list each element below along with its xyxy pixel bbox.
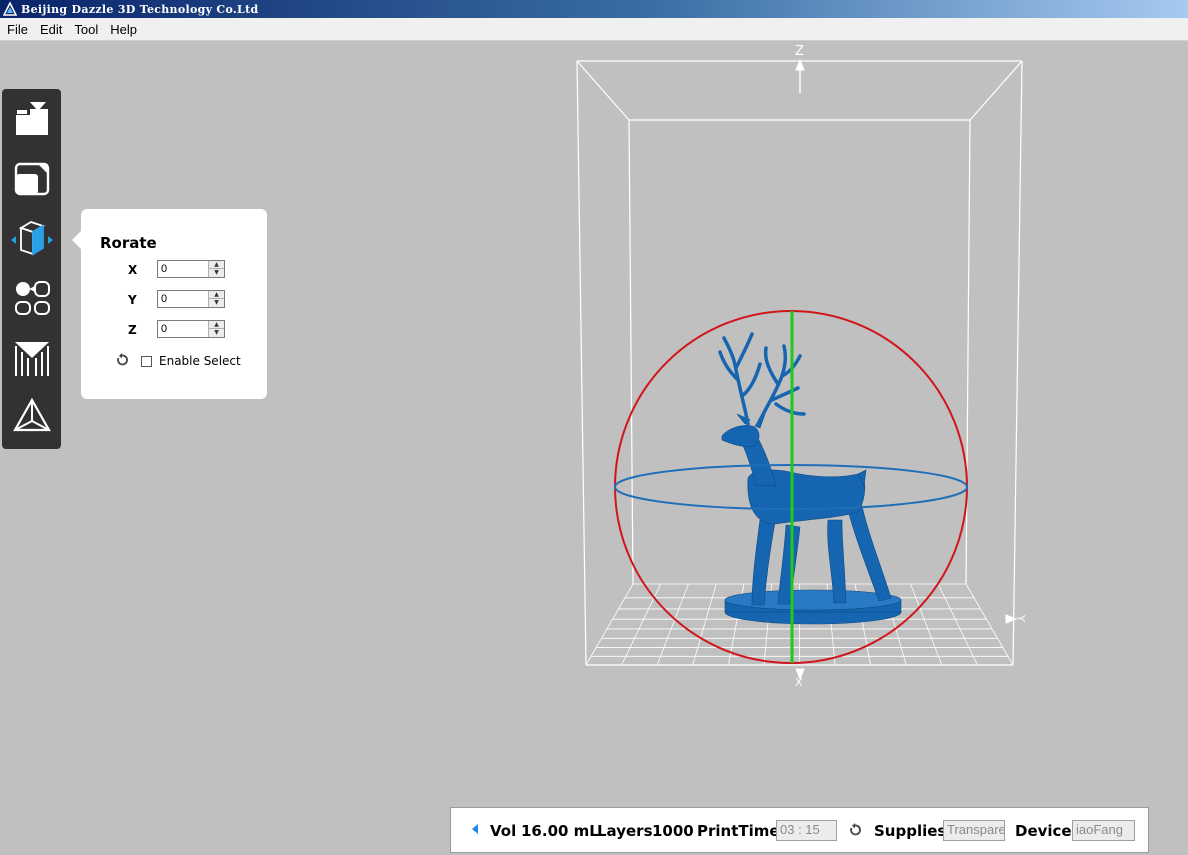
window-title: Beijing Dazzle 3D Technology Co.Ltd bbox=[21, 2, 259, 16]
z-axis-label: Z bbox=[795, 44, 804, 59]
layers-value: 1000 bbox=[652, 822, 694, 840]
app-logo-icon bbox=[3, 2, 17, 16]
menu-tool[interactable]: Tool bbox=[69, 22, 103, 37]
rotate-panel-title: Rorate bbox=[100, 234, 157, 252]
y-rotation-stepper[interactable]: ▲ ▼ bbox=[157, 290, 225, 308]
build-volume-box bbox=[576, 60, 1023, 666]
supplies-field[interactable]: Transpare bbox=[943, 820, 1005, 841]
z-rotation-stepper[interactable]: ▲ ▼ bbox=[157, 320, 225, 338]
x-axis-label: X bbox=[795, 676, 803, 689]
x-rotation-input[interactable] bbox=[158, 261, 211, 277]
x-rotation-up-button[interactable]: ▲ bbox=[208, 261, 224, 269]
vol-value: 16.00 mL bbox=[521, 822, 599, 840]
open-file-icon bbox=[16, 102, 48, 135]
z-axis-marker bbox=[795, 58, 805, 93]
layers-label: Layers bbox=[597, 822, 653, 840]
y-rotation-up-button[interactable]: ▲ bbox=[208, 291, 224, 299]
x-rotation-stepper[interactable]: ▲ ▼ bbox=[157, 260, 225, 278]
printtime-field: 03 : 15 bbox=[776, 820, 837, 841]
slice-icon bbox=[13, 397, 51, 432]
slice-button[interactable] bbox=[7, 392, 57, 442]
deer-model[interactable] bbox=[718, 332, 902, 625]
vol-label: Vol bbox=[490, 822, 517, 840]
rotate-icon bbox=[11, 221, 53, 256]
y-axis-label: Y bbox=[1014, 614, 1027, 622]
support-button[interactable] bbox=[7, 333, 57, 383]
arrange-icon bbox=[15, 281, 50, 315]
menu-edit[interactable]: Edit bbox=[35, 22, 67, 37]
scale-icon bbox=[14, 162, 50, 196]
enable-select-checkbox[interactable] bbox=[141, 356, 152, 367]
z-rotation-down-button[interactable]: ▼ bbox=[208, 329, 224, 337]
z-rotation-input[interactable] bbox=[158, 321, 211, 337]
y-rotation-down-button[interactable]: ▼ bbox=[208, 299, 224, 307]
title-bar: Beijing Dazzle 3D Technology Co.Ltd bbox=[0, 0, 1188, 18]
arrange-button[interactable] bbox=[7, 273, 57, 323]
rotate-panel: Rorate X ▲ ▼ Y ▲ ▼ Z ▲ ▼ Enable Select bbox=[81, 209, 267, 399]
3d-viewport[interactable]: Z X Y bbox=[0, 41, 1188, 807]
printtime-label: PrintTime bbox=[697, 822, 780, 840]
support-icon bbox=[15, 342, 49, 376]
collapse-arrow-icon[interactable] bbox=[472, 824, 478, 834]
refresh-icon[interactable] bbox=[848, 823, 862, 837]
z-rotation-label: Z bbox=[128, 323, 137, 337]
rotate-button[interactable] bbox=[7, 213, 57, 263]
scale-button[interactable] bbox=[7, 153, 57, 203]
x-rotation-down-button[interactable]: ▼ bbox=[208, 269, 224, 277]
x-rotation-label: X bbox=[128, 263, 138, 277]
device-label: Device bbox=[1015, 822, 1072, 840]
menu-bar: File Edit Tool Help bbox=[0, 18, 1188, 41]
y-rotation-label: Y bbox=[128, 293, 137, 307]
reset-rotation-icon[interactable] bbox=[115, 353, 129, 367]
supplies-label: Supplies bbox=[874, 822, 947, 840]
device-field[interactable]: iaoFang bbox=[1072, 820, 1135, 841]
status-bar: Vol 16.00 mL Layers 1000 PrintTime 03 : … bbox=[450, 807, 1149, 853]
open-file-button[interactable] bbox=[7, 94, 57, 144]
z-rotation-up-button[interactable]: ▲ bbox=[208, 321, 224, 329]
menu-help[interactable]: Help bbox=[105, 22, 142, 37]
menu-file[interactable]: File bbox=[2, 22, 33, 37]
left-toolbar bbox=[2, 89, 61, 449]
y-rotation-input[interactable] bbox=[158, 291, 211, 307]
enable-select-label: Enable Select bbox=[159, 354, 241, 368]
